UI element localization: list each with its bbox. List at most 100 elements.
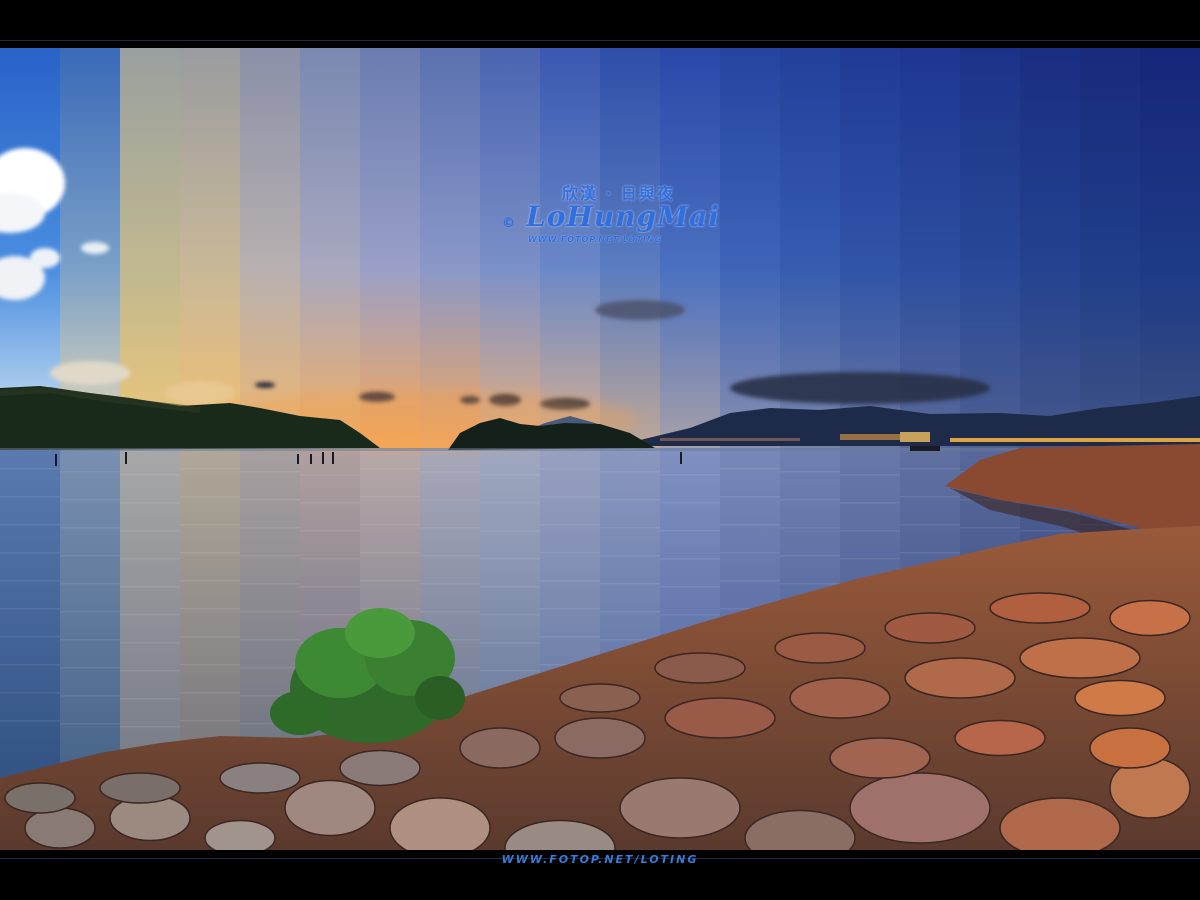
water-ripple [0, 636, 60, 638]
water-ripple [420, 555, 480, 557]
water-ripple [180, 664, 240, 666]
water-ripple [1020, 530, 1080, 532]
water-ripple [840, 502, 900, 504]
footer-url: WWW.FOTOP.NET/LOTING [501, 853, 699, 866]
water-ripple [300, 530, 360, 532]
rock [774, 632, 866, 664]
rock [554, 717, 646, 759]
water-ripple [180, 692, 240, 694]
rock [459, 727, 541, 769]
water-ripple [0, 468, 60, 470]
water-ripple [360, 552, 420, 554]
water-ripple [840, 530, 900, 532]
water-ripple [180, 720, 240, 722]
water-ripple [0, 720, 60, 722]
water-ripple [660, 530, 720, 532]
water-ripple [720, 580, 780, 582]
water-ripple [0, 496, 60, 498]
rock [789, 677, 891, 719]
rock [284, 779, 376, 837]
water-ripple [600, 555, 660, 557]
water-ripple [900, 468, 960, 470]
water-ripple [120, 474, 180, 476]
water-ripple [180, 468, 240, 470]
water-ripple [300, 474, 360, 476]
rock [1074, 679, 1166, 717]
water-ripple [0, 580, 60, 582]
water-ripple [300, 502, 360, 504]
water-ripple [0, 608, 60, 610]
water-ripple [120, 586, 180, 588]
water-ripple [0, 664, 60, 666]
rock [559, 683, 641, 713]
sky-strip [420, 48, 481, 448]
water-ripple [240, 527, 300, 529]
water-ripple [480, 586, 540, 588]
water-ripple [720, 552, 780, 554]
water-ripple [540, 468, 600, 470]
water-ripple [0, 552, 60, 554]
water-ripple [60, 639, 120, 641]
water-ripple [840, 558, 900, 560]
rock [654, 652, 746, 684]
water-ripple [240, 639, 300, 641]
water-ripple [120, 530, 180, 532]
rock [849, 772, 991, 844]
water-ripple [720, 496, 780, 498]
water-ripple [60, 499, 120, 501]
water-ripple [120, 726, 180, 728]
water-ripple [660, 614, 720, 616]
water-ripple [480, 530, 540, 532]
water-ripple [0, 524, 60, 526]
water-ripple [180, 552, 240, 554]
water-ripple [240, 555, 300, 557]
water-ripple [660, 502, 720, 504]
water-ripple [420, 527, 480, 529]
water-ripple [120, 698, 180, 700]
photo-canvas [0, 48, 1200, 850]
rock [1089, 727, 1171, 769]
rock [989, 592, 1091, 624]
water-ripple [780, 583, 840, 585]
water-ripple [420, 471, 480, 473]
water-ripple [60, 583, 120, 585]
water-ripple [540, 524, 600, 526]
watermark-url: WWW.FOTOP.NET/LOTING [528, 235, 663, 244]
water-ripple [600, 583, 660, 585]
rock [1019, 637, 1141, 679]
water-ripple [780, 527, 840, 529]
rock [339, 749, 421, 787]
water-ripple [0, 692, 60, 694]
water-ripple [180, 524, 240, 526]
copyright-symbol: © [502, 216, 515, 231]
rock [389, 797, 491, 850]
water-ripple [240, 471, 300, 473]
water-ripple [540, 552, 600, 554]
water-ripple [600, 499, 660, 501]
water-ripple [480, 670, 540, 672]
water-ripple [300, 614, 360, 616]
water-ripple [60, 471, 120, 473]
water-ripple [480, 502, 540, 504]
rock [664, 697, 776, 739]
water-ripple [420, 611, 480, 613]
sky-strip [1080, 48, 1141, 448]
water-ripple [120, 558, 180, 560]
sky-strip [1020, 48, 1081, 448]
water-ripple [660, 586, 720, 588]
water-ripple [360, 580, 420, 582]
rock [99, 772, 181, 804]
water-ripple [300, 586, 360, 588]
rock [219, 762, 301, 794]
water-ripple [300, 558, 360, 560]
rock [24, 807, 96, 849]
water-ripple [540, 636, 600, 638]
day-to-night-photo [0, 48, 1200, 850]
water-ripple [60, 527, 120, 529]
water-ripple [180, 496, 240, 498]
rock [619, 777, 741, 839]
water-ripple [900, 524, 960, 526]
water-ripple [480, 558, 540, 560]
water-ripple [660, 558, 720, 560]
photographer-watermark: 欣漢 · 日與夜 © LoHungMai WWW.FOTOP.NET/LOTIN… [500, 178, 719, 258]
